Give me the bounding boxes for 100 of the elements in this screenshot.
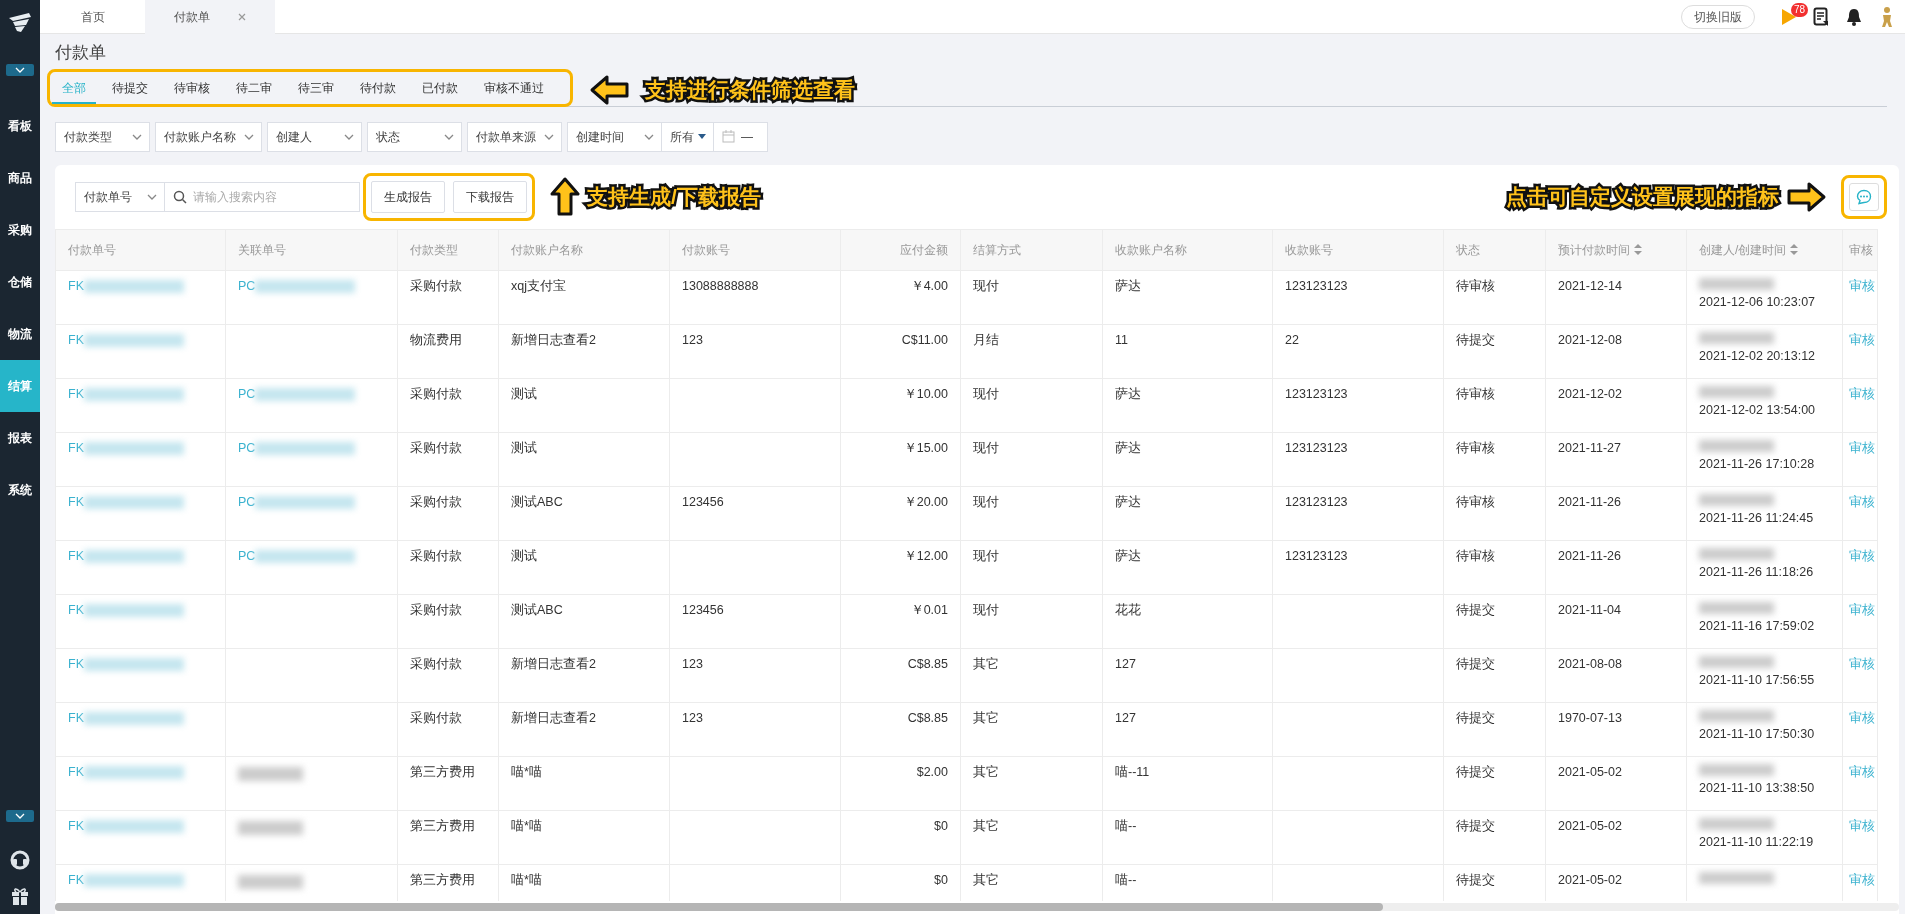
- page-tab[interactable]: 付款单: [145, 0, 275, 34]
- chevron-down-icon: [147, 193, 157, 200]
- order-link[interactable]: FK: [68, 278, 84, 293]
- order-link[interactable]: PC: [238, 386, 256, 401]
- page-tab[interactable]: 首页: [40, 0, 145, 34]
- order-link[interactable]: PC: [238, 278, 256, 293]
- gift-icon[interactable]: [10, 886, 30, 906]
- report-button[interactable]: 下载报告: [453, 180, 527, 213]
- table-cell: 喵--: [1115, 818, 1137, 833]
- filter-select[interactable]: 创建人: [267, 121, 362, 152]
- order-link[interactable]: FK: [68, 656, 84, 671]
- range-dropdown[interactable]: 所有: [662, 121, 714, 152]
- horizontal-scrollbar[interactable]: [55, 903, 1899, 911]
- expand-button[interactable]: [6, 810, 34, 822]
- table-cell: 22: [1285, 332, 1299, 347]
- sidebar-item[interactable]: 商品: [0, 152, 40, 204]
- order-link[interactable]: FK: [68, 602, 84, 617]
- caret-icon: [698, 134, 706, 139]
- table-cell: 新增日志查看2: [511, 710, 596, 725]
- table-cell: ￥20.00: [903, 494, 948, 509]
- column-settings-button[interactable]: [1849, 182, 1879, 211]
- status-tab[interactable]: 待三审: [288, 75, 344, 104]
- order-link[interactable]: FK: [68, 872, 84, 887]
- order-link[interactable]: PC: [238, 548, 256, 563]
- table-cell: 123123123: [1285, 494, 1348, 509]
- sidebar-item[interactable]: 系统: [0, 464, 40, 516]
- order-link[interactable]: FK: [68, 764, 84, 779]
- close-icon[interactable]: [238, 12, 246, 21]
- column-header: 付款单号: [68, 242, 116, 257]
- table-cell: 其它: [973, 818, 999, 833]
- order-link[interactable]: FK: [68, 332, 84, 347]
- status-tab[interactable]: 待提交: [102, 75, 158, 104]
- chevron-down-icon: [644, 133, 654, 140]
- table-cell: ￥0.01: [910, 602, 948, 617]
- status-tab[interactable]: 待付款: [350, 75, 406, 104]
- field-select[interactable]: 付款单号: [75, 181, 165, 212]
- status-tab[interactable]: 待审核: [164, 75, 220, 104]
- scrollbar-thumb[interactable]: [55, 903, 1383, 911]
- bell-icon[interactable]: [1845, 6, 1863, 27]
- chevron-down-icon: [15, 813, 25, 819]
- sort-icon[interactable]: [1790, 244, 1799, 255]
- logo-icon: [7, 10, 33, 34]
- table-cell: 其它: [973, 656, 999, 671]
- table-cell: 123123123: [1285, 278, 1348, 293]
- table-cell: 待提交: [1456, 764, 1495, 779]
- sort-icon[interactable]: [1634, 244, 1642, 255]
- table-cell: 127: [1115, 710, 1136, 725]
- column-header: 收款账户名称: [1115, 242, 1187, 257]
- order-link[interactable]: FK: [68, 386, 84, 401]
- order-link[interactable]: FK: [68, 710, 84, 725]
- table-cell: 123123123: [1285, 440, 1348, 455]
- column-header: 结算方式: [973, 242, 1021, 257]
- order-link[interactable]: PC: [238, 440, 256, 455]
- order-link[interactable]: PC: [238, 494, 256, 509]
- sidebar-item[interactable]: 采购: [0, 204, 40, 256]
- sidebar-item[interactable]: 结算: [0, 360, 40, 412]
- chevron-down-icon: [344, 133, 354, 140]
- table-cell: 新增日志查看2: [511, 656, 596, 671]
- expand-button[interactable]: [6, 64, 34, 76]
- table-cell: 待审核: [1456, 494, 1495, 509]
- filter-select[interactable]: 付款类型: [55, 121, 150, 152]
- order-link[interactable]: FK: [68, 494, 84, 509]
- table-cell: 11: [1115, 332, 1128, 347]
- switch-version-button[interactable]: 切换旧版: [1681, 4, 1755, 29]
- table-cell: 其它: [973, 764, 999, 779]
- table-cell: $0: [934, 818, 948, 833]
- table-cell: C$8.85: [907, 710, 948, 725]
- status-tab[interactable]: 全部: [52, 75, 96, 104]
- table-cell: 2021-12-14: [1558, 278, 1622, 293]
- table-cell: 2021-11-27: [1558, 440, 1621, 455]
- sidebar-item[interactable]: 报表: [0, 412, 40, 464]
- filter-select[interactable]: 状态: [367, 121, 462, 152]
- arrow-icon: [549, 176, 581, 217]
- sidebar-item[interactable]: 看板: [0, 100, 40, 152]
- status-tab[interactable]: 待二审: [226, 75, 282, 104]
- sidebar-item[interactable]: 物流: [0, 308, 40, 360]
- order-link[interactable]: FK: [68, 440, 84, 455]
- chevron-down-icon: [244, 133, 254, 140]
- filter-select[interactable]: 付款账户名称: [155, 121, 262, 152]
- table-cell: $0: [934, 872, 948, 887]
- order-link[interactable]: FK: [68, 548, 84, 563]
- table-cell: 2021-05-02: [1558, 872, 1622, 887]
- table-cell: 现付: [973, 548, 999, 563]
- chevron-down-icon: [544, 133, 554, 140]
- sidebar-item[interactable]: 仓储: [0, 256, 40, 308]
- date-range-field[interactable]: —: [714, 121, 768, 152]
- search-field[interactable]: 请输入搜索内容: [165, 181, 360, 212]
- document-icon[interactable]: [1813, 6, 1829, 27]
- order-link[interactable]: FK: [68, 818, 84, 833]
- filter-select[interactable]: 创建时间: [567, 121, 662, 152]
- status-tab[interactable]: 已付款: [412, 75, 468, 104]
- table-cell: 123456: [682, 602, 724, 617]
- table-cell: 第三方费用: [410, 764, 475, 779]
- filter-select[interactable]: 付款单来源: [467, 121, 562, 152]
- table-cell: 采购付款: [410, 386, 462, 401]
- status-tab[interactable]: 审核不通过: [474, 75, 554, 104]
- table-cell: 萨达: [1115, 494, 1141, 509]
- headset-icon[interactable]: [10, 850, 30, 870]
- report-button[interactable]: 生成报告: [371, 180, 445, 213]
- avatar-figure-icon[interactable]: [1879, 5, 1895, 28]
